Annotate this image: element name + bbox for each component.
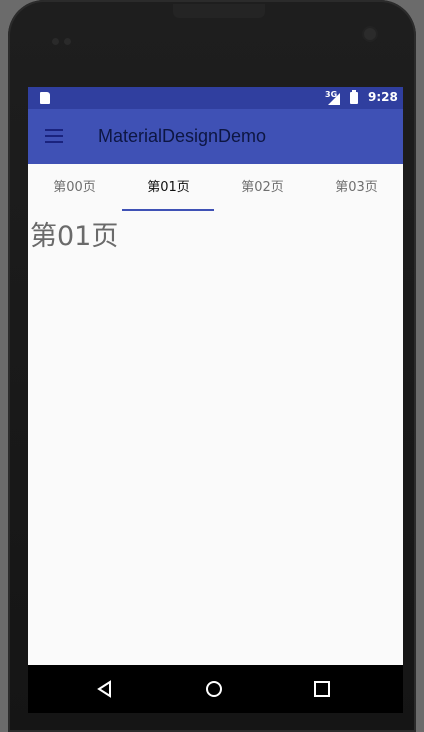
page-content-text: 第01页 — [30, 221, 119, 252]
status-time: 9:28 — [368, 90, 398, 104]
status-bar: 3G 9:28 — [28, 87, 403, 109]
back-icon[interactable] — [94, 677, 118, 701]
sensor-dots — [52, 30, 82, 45]
toolbar: MaterialDesignDemo — [28, 109, 403, 164]
front-camera — [364, 28, 376, 40]
home-icon[interactable] — [202, 677, 226, 701]
screen: 3G 9:28 MaterialDesignDemo 第00页 第01页 第02… — [28, 87, 403, 713]
tab-page-00[interactable]: 第00页 — [28, 164, 121, 211]
navigation-bar — [28, 665, 403, 713]
app-title: MaterialDesignDemo — [98, 126, 267, 146]
sd-card-icon — [40, 92, 50, 104]
tab-indicator — [122, 209, 214, 211]
tab-page-03[interactable]: 第03页 — [310, 164, 403, 211]
signal-icon — [328, 93, 340, 105]
recents-icon[interactable] — [310, 677, 334, 701]
speaker-grill — [173, 4, 265, 18]
tab-page-02[interactable]: 第02页 — [216, 164, 309, 211]
menu-icon[interactable] — [45, 129, 63, 143]
tab-bar: 第00页 第01页 第02页 第03页 — [28, 164, 403, 211]
battery-icon — [350, 90, 358, 104]
tab-page-01[interactable]: 第01页 — [122, 164, 215, 211]
